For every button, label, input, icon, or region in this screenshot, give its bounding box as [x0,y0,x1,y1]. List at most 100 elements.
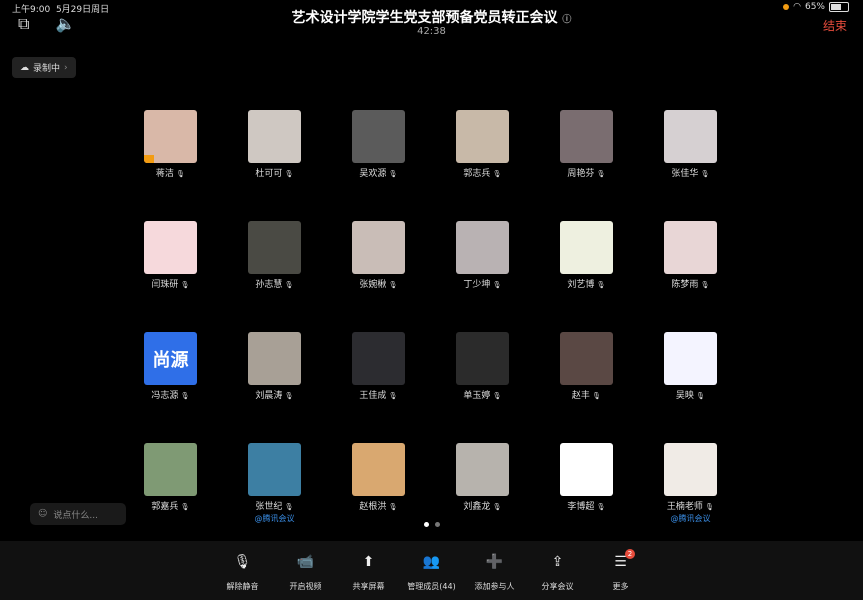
avatar[interactable] [456,221,509,274]
recording-indicator[interactable]: ☁ 录制中 › [12,57,76,78]
avatar[interactable] [456,332,509,385]
avatar[interactable] [560,443,613,496]
participant-tile[interactable]: 郭嘉兵 🎙 [144,443,197,524]
avatar[interactable] [352,110,405,163]
participant-tile[interactable]: 蒋洁 🎙 [144,110,197,179]
add-user-button[interactable]: ➕ 添加参与人 [463,541,526,600]
share-screen-icon: ⬆ [362,554,375,570]
more-button[interactable]: ☰ 更多 2 [589,541,652,600]
mic-muted-icon: 🎙 [702,503,715,511]
participant-name: 丁少坤 🎙 [463,280,502,290]
participant-name: 王楠老师 🎙 [666,502,715,512]
avatar[interactable] [664,221,717,274]
mic-muted-icon: 🎙 [386,281,398,289]
members-button[interactable]: 👥 管理成员(44) [400,541,463,600]
participant-tile[interactable]: 王楠老师 🎙 @腾讯会议 [664,443,717,524]
participant-name: 刘鑫龙 🎙 [463,502,502,512]
participant-tile[interactable]: 郭志兵 🎙 [456,110,509,179]
mic-muted-icon: 🎙 [490,392,502,400]
participant-name: 王佳成 🎙 [359,391,398,401]
mic-muted-icon: 🎙 [178,503,190,511]
participant-tile[interactable]: 赵丰 🎙 [560,332,613,401]
emoji-icon: ☺ [38,509,48,519]
participant-tile[interactable]: 孙志慧 🎙 [248,221,301,290]
participant-tile[interactable]: 张世纪 🎙 @腾讯会议 [248,443,301,524]
chevron-icon: › [64,62,68,73]
share-button[interactable]: ⇪ 分享会议 [526,541,589,600]
participant-tile[interactable]: 张婉楸 🎙 [352,221,405,290]
mic-muted-icon: 🎙 [698,170,710,178]
participant-tile[interactable]: 刘晨涛 🎙 [248,332,301,401]
avatar[interactable]: 尚源 [144,332,197,385]
avatar[interactable] [352,443,405,496]
meeting-title[interactable]: 艺术设计学院学生党支部预备党员转正会议 ⓘ [0,7,863,27]
page-indicator[interactable] [0,522,863,527]
avatar[interactable] [248,332,301,385]
mic-off-button[interactable]: 🎙 解除静音 [211,541,274,600]
participant-tile[interactable]: 丁少坤 🎙 [456,221,509,290]
participant-name: 赵根洪 🎙 [359,502,398,512]
mic-muted-icon: 🎙 [282,281,294,289]
participant-grid: 蒋洁 🎙 杜可可 🎙 吴欢源 🎙 郭志兵 🎙 周艳芬 🎙 张佳华 🎙 闫珠研 🎙 孙志慧 🎙 张… [144,110,717,524]
toolbar-label: 开启视频 [289,582,322,591]
mic-muted-icon: 🎙 [386,503,398,511]
mic-muted-icon: 🎙 [490,170,502,178]
avatar[interactable] [664,332,717,385]
participant-tile[interactable]: 王佳成 🎙 [352,332,405,401]
avatar[interactable] [456,443,509,496]
mic-muted-icon: 🎙 [693,392,706,400]
participant-name: 张世纪 🎙 [255,502,294,512]
participant-name: 杜可可 🎙 [255,169,294,179]
participant-tile[interactable]: 尚源 冯志源 🎙 [144,332,197,401]
avatar[interactable] [144,443,197,496]
toolbar-label: 共享屏幕 [352,582,385,591]
participant-tile[interactable]: 吴欢源 🎙 [352,110,405,179]
end-meeting-button[interactable]: 结束 [823,17,847,34]
participant-name: 郭嘉兵 🎙 [151,502,190,512]
avatar[interactable] [352,332,405,385]
mic-muted-icon: 🎙 [594,170,606,178]
avatar[interactable] [248,443,301,496]
participant-tile[interactable]: 周艳芬 🎙 [560,110,613,179]
participant-tile[interactable]: 刘艺博 🎙 [560,221,613,290]
participant-tile[interactable]: 吴映 🎙 [664,332,717,401]
avatar[interactable] [144,110,197,163]
participant-name: 吴映 🎙 [675,391,706,401]
video-off-button[interactable]: 📹 开启视频 [274,541,337,600]
add-user-icon: ➕ [485,554,504,570]
participant-tile[interactable]: 赵根洪 🎙 [352,443,405,524]
avatar[interactable] [560,332,613,385]
page-dot[interactable] [434,522,440,527]
participant-tile[interactable]: 陈梦雨 🎙 [664,221,717,290]
mic-muted-icon: 🎙 [490,281,502,289]
participant-name: 周艳芬 🎙 [567,169,606,179]
avatar[interactable] [248,221,301,274]
mic-off-icon: 🎙 [233,554,252,570]
participant-tile[interactable]: 李博超 🎙 [560,443,613,524]
avatar[interactable] [456,110,509,163]
avatar[interactable] [664,110,717,163]
mic-muted-icon: 🎙 [594,281,606,289]
avatar[interactable] [248,110,301,163]
share-screen-button[interactable]: ⬆ 共享屏幕 [337,541,400,600]
participant-name: 赵丰 🎙 [571,391,602,401]
participant-name: 蒋洁 🎙 [155,169,186,179]
toolbar-label: 管理成员(44) [407,582,456,591]
avatar[interactable] [664,443,717,496]
mic-muted-icon: 🎙 [173,170,186,178]
participant-tile[interactable]: 单玉婷 🎙 [456,332,509,401]
participant-name: 陈梦雨 🎙 [671,280,710,290]
page-dot-active[interactable] [423,522,429,527]
participant-tile[interactable]: 刘鑫龙 🎙 [456,443,509,524]
avatar[interactable] [352,221,405,274]
participant-tile[interactable]: 杜可可 🎙 [248,110,301,179]
participant-tile[interactable]: 闫珠研 🎙 [144,221,197,290]
avatar[interactable] [560,110,613,163]
avatar[interactable] [560,221,613,274]
participant-name: 闫珠研 🎙 [151,280,190,290]
participant-name: 单玉婷 🎙 [463,391,502,401]
participant-tile[interactable]: 张佳华 🎙 [664,110,717,179]
mic-muted-icon: 🎙 [490,503,502,511]
info-icon[interactable]: ⓘ [562,15,571,25]
avatar[interactable] [144,221,197,274]
